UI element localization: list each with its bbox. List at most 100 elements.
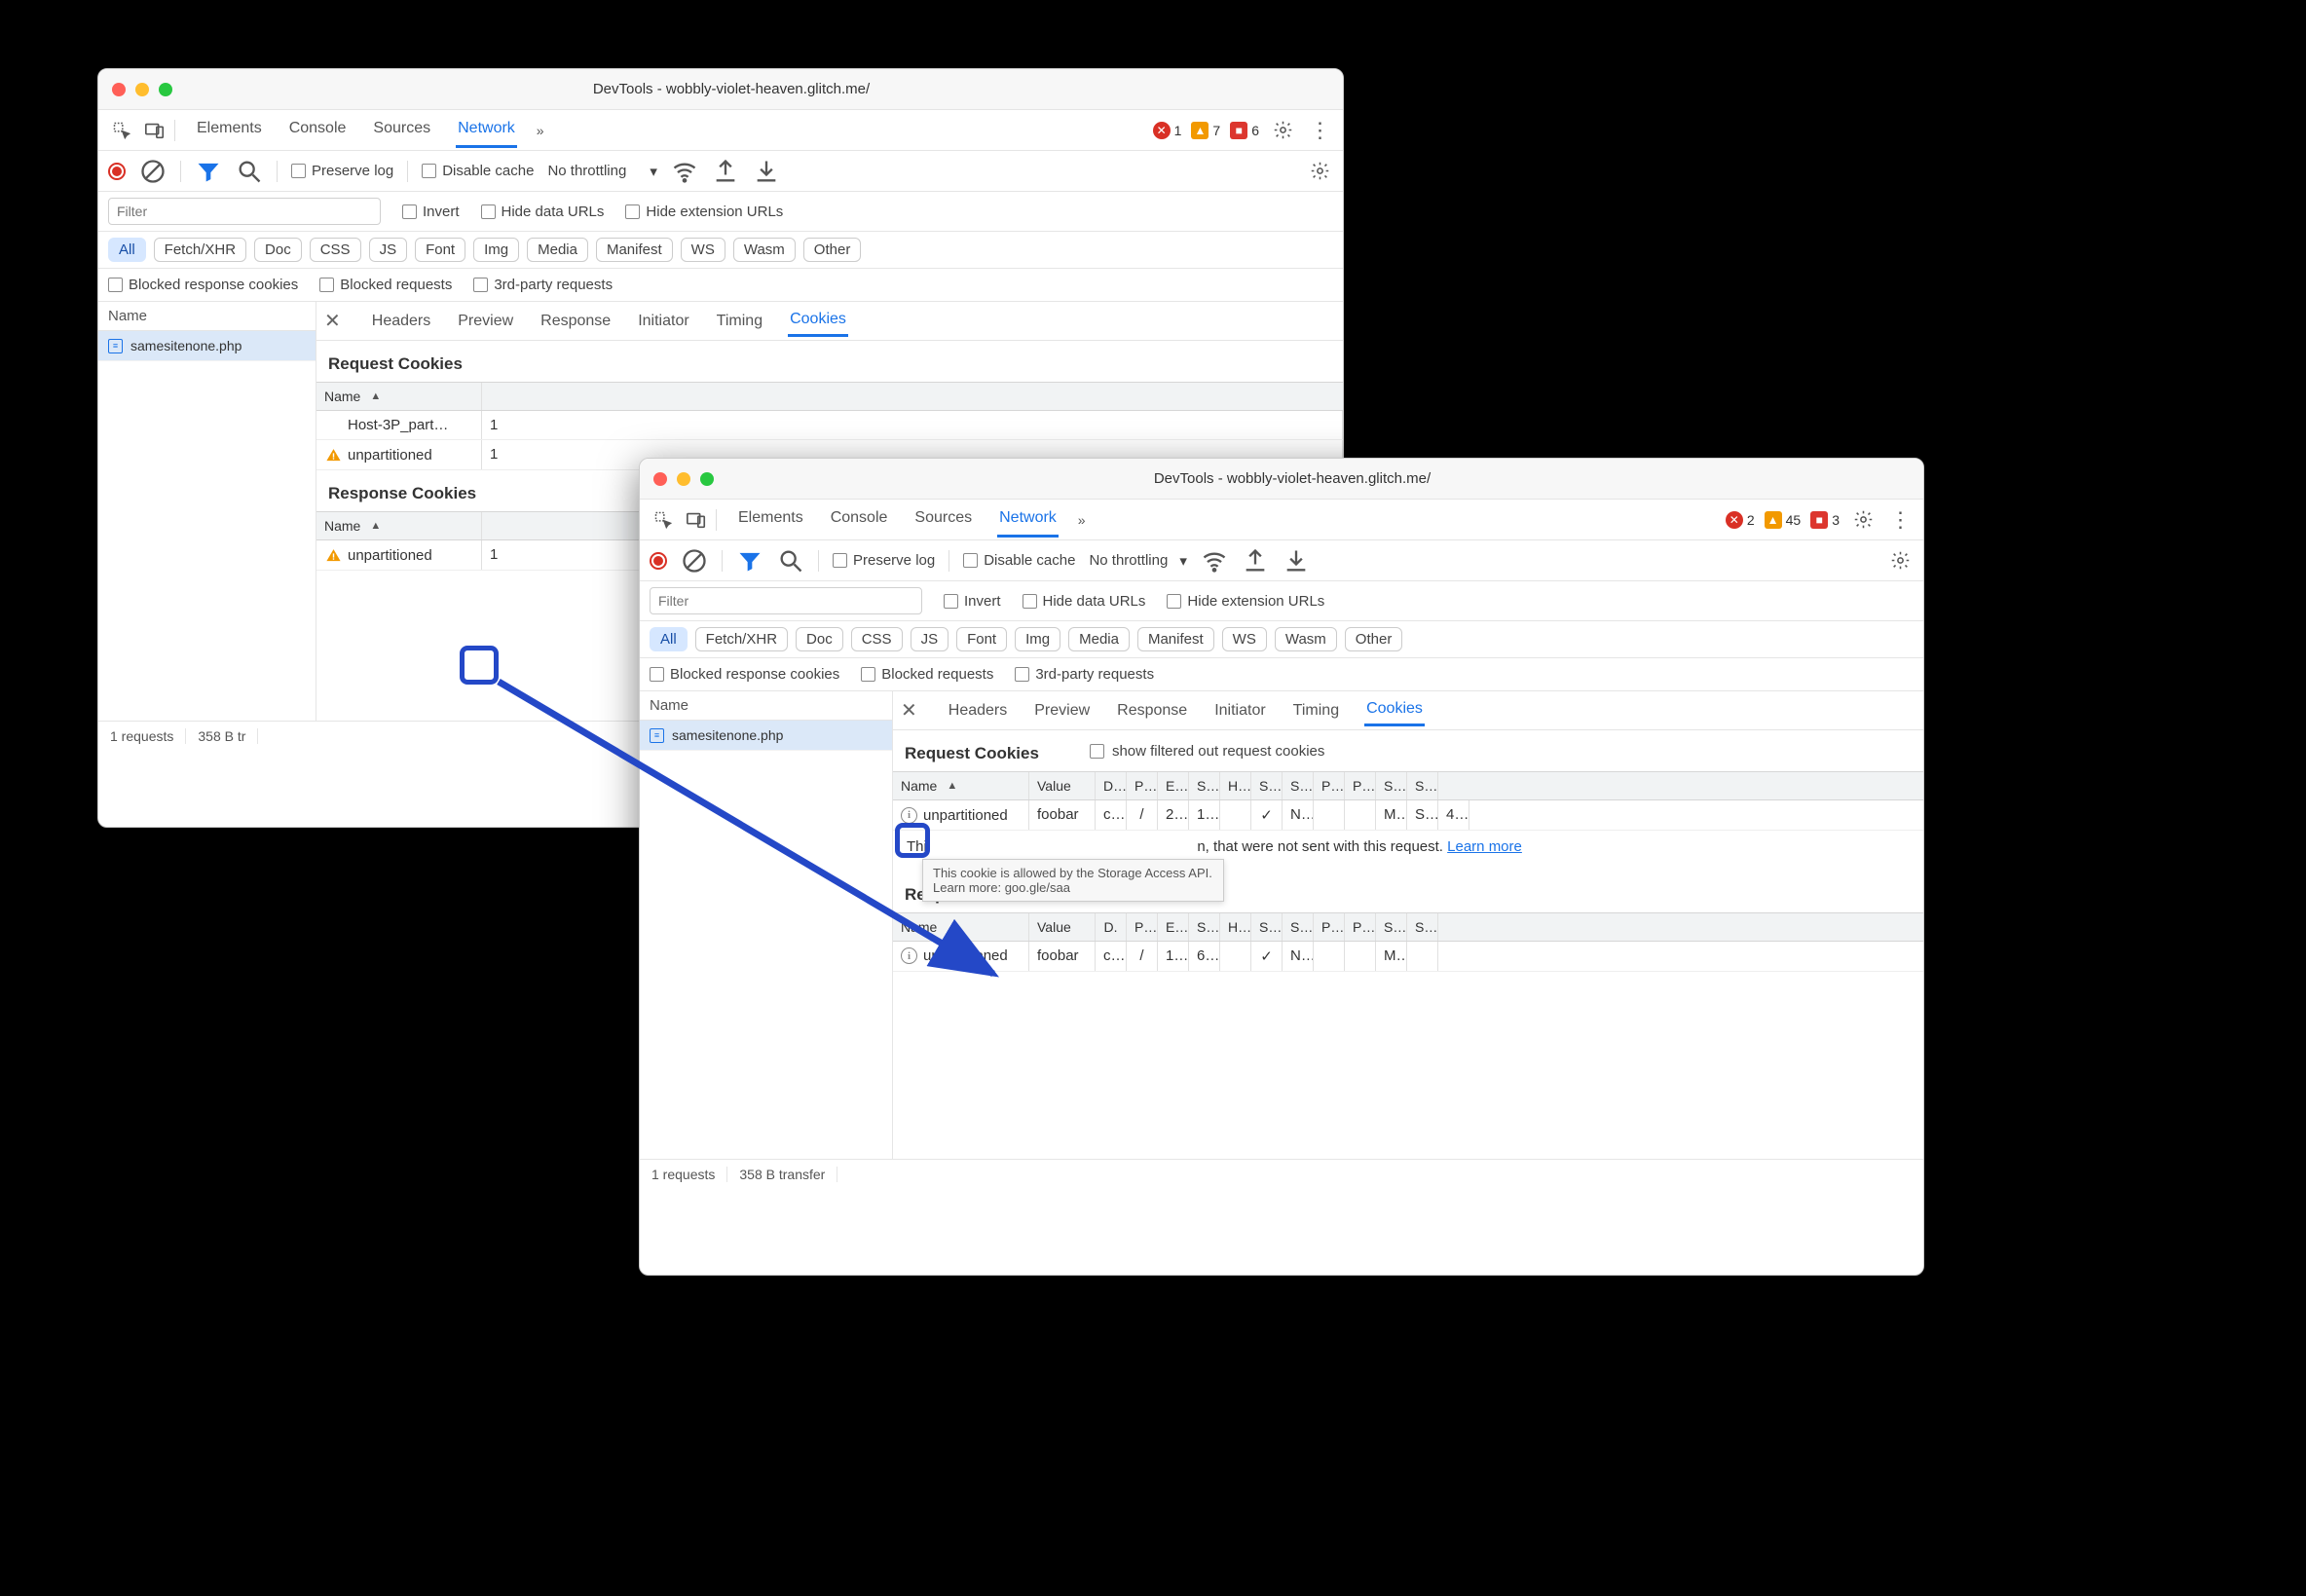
subtab-headers[interactable]: Headers [370,307,432,336]
wifi-icon[interactable] [1201,547,1228,575]
throttling-select[interactable]: No throttling▾ [547,163,656,180]
type-chip-doc[interactable]: Doc [254,238,302,262]
type-chip-other[interactable]: Other [803,238,862,262]
warnings-badge[interactable]: ▲45 [1765,511,1802,529]
subtab-response[interactable]: Response [1115,696,1189,725]
subtab-initiator[interactable]: Initiator [636,307,690,336]
subtab-preview[interactable]: Preview [1032,696,1092,725]
sidebar-name-header[interactable]: Name [98,302,316,331]
blocked-response-cookies-checkbox[interactable]: Blocked response cookies [108,277,298,293]
disable-cache-checkbox[interactable]: Disable cache [422,163,534,179]
preserve-log-checkbox[interactable]: Preserve log [833,552,935,569]
tab-sources[interactable]: Sources [371,112,432,148]
close-window-button[interactable] [653,472,667,486]
col-name-header[interactable]: Name▲ [316,512,482,539]
column-header[interactable]: H… [1220,913,1251,941]
column-header[interactable]: S… [1189,772,1220,799]
request-row[interactable]: ≡ samesitenone.php [98,331,316,361]
subtab-cookies[interactable]: Cookies [1364,694,1425,726]
learn-more-link[interactable]: Learn more [1447,838,1522,855]
search-icon[interactable] [777,547,804,575]
close-details-icon[interactable]: ✕ [324,309,341,333]
type-chip-manifest[interactable]: Manifest [596,238,673,262]
type-chip-media[interactable]: Media [527,238,588,262]
blocked-response-cookies-checkbox[interactable]: Blocked response cookies [650,666,839,683]
panel-settings-gear-icon[interactable] [1886,547,1914,575]
cookie-row[interactable]: Host-3P_part…1 [316,411,1343,440]
filter-input[interactable] [650,587,922,614]
subtab-headers[interactable]: Headers [947,696,1009,725]
close-window-button[interactable] [112,83,126,96]
errors-badge[interactable]: ✕1 [1153,122,1182,139]
type-chip-ws[interactable]: WS [681,238,725,262]
clear-button[interactable] [681,547,708,575]
blocked-requests-checkbox[interactable]: Blocked requests [861,666,993,683]
type-chip-js[interactable]: JS [369,238,408,262]
type-chip-other[interactable]: Other [1345,627,1403,651]
type-chip-fetchxhr[interactable]: Fetch/XHR [154,238,246,262]
filter-funnel-icon[interactable] [195,158,222,185]
type-chip-img[interactable]: Img [1015,627,1060,651]
hide-extension-urls-checkbox[interactable]: Hide extension URLs [625,204,783,220]
issues-badge[interactable]: ■3 [1810,511,1840,529]
third-party-requests-checkbox[interactable]: 3rd-party requests [473,277,613,293]
type-chip-font[interactable]: Font [956,627,1007,651]
column-header[interactable]: P… [1314,913,1345,941]
type-chip-wasm[interactable]: Wasm [733,238,796,262]
panel-settings-gear-icon[interactable] [1306,158,1333,185]
subtab-cookies[interactable]: Cookies [788,305,848,337]
hide-data-urls-checkbox[interactable]: Hide data URLs [481,204,605,220]
inspect-icon[interactable] [650,506,677,534]
subtab-preview[interactable]: Preview [456,307,515,336]
kebab-menu-icon[interactable]: ⋮ [1306,117,1333,144]
subtab-response[interactable]: Response [539,307,613,336]
column-header[interactable]: S… [1407,913,1438,941]
disable-cache-checkbox[interactable]: Disable cache [963,552,1075,569]
type-chip-img[interactable]: Img [473,238,519,262]
subtab-initiator[interactable]: Initiator [1212,696,1267,725]
type-chip-media[interactable]: Media [1068,627,1130,651]
minimize-window-button[interactable] [135,83,149,96]
invert-checkbox[interactable]: Invert [944,593,1001,610]
record-button[interactable] [650,552,667,570]
cookie-row[interactable]: iunpartitionedfoobarc…/2…1…✓N…M…S…4… [893,800,1923,831]
record-button[interactable] [108,163,126,180]
tab-network[interactable]: Network [456,112,517,148]
column-header[interactable]: S… [1376,913,1407,941]
tab-console[interactable]: Console [829,501,890,538]
column-header[interactable]: S… [1283,913,1314,941]
filter-funnel-icon[interactable] [736,547,763,575]
request-row[interactable]: ≡ samesitenone.php [640,721,892,751]
errors-badge[interactable]: ✕2 [1726,511,1755,529]
column-header[interactable]: S… [1251,772,1283,799]
type-chip-all[interactable]: All [108,238,146,262]
type-chip-font[interactable]: Font [415,238,465,262]
column-header[interactable]: P… [1127,772,1158,799]
column-header[interactable]: D… [1096,772,1127,799]
zoom-window-button[interactable] [700,472,714,486]
column-header[interactable]: E… [1158,913,1189,941]
issues-badge[interactable]: ■6 [1230,122,1259,139]
close-details-icon[interactable]: ✕ [901,698,917,723]
column-header[interactable]: S… [1283,772,1314,799]
type-chip-js[interactable]: JS [911,627,949,651]
download-icon[interactable] [1283,547,1310,575]
zoom-window-button[interactable] [159,83,172,96]
kebab-menu-icon[interactable]: ⋮ [1886,506,1914,534]
sidebar-name-header[interactable]: Name [640,691,892,721]
warnings-badge[interactable]: ▲7 [1191,122,1220,139]
device-toggle-icon[interactable] [683,506,710,534]
column-header[interactable]: S… [1376,772,1407,799]
col-name-header[interactable]: Name▲ [316,383,482,410]
show-filtered-checkbox[interactable]: show filtered out request cookies [1090,743,1324,760]
tab-elements[interactable]: Elements [195,112,264,148]
tab-elements[interactable]: Elements [736,501,805,538]
type-chip-wasm[interactable]: Wasm [1275,627,1337,651]
settings-gear-icon[interactable] [1269,117,1296,144]
column-header[interactable]: P… [1345,772,1376,799]
subtab-timing[interactable]: Timing [715,307,764,336]
column-header[interactable]: Name▲ [893,772,1029,799]
upload-icon[interactable] [1242,547,1269,575]
inspect-icon[interactable] [108,117,135,144]
column-header[interactable]: D. [1096,913,1127,941]
